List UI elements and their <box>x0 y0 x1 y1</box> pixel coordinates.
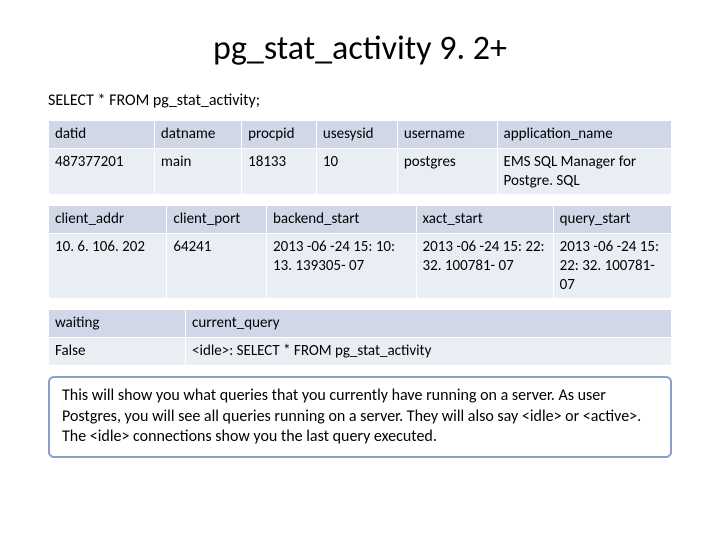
cell: 2013 -06 -24 15: 22: 32. 100781- 07 <box>416 234 553 299</box>
col-header: client_port <box>167 206 267 234</box>
cell: 10. 6. 106. 202 <box>49 234 167 299</box>
cell: 2013 -06 -24 15: 22: 32. 100781- 07 <box>553 234 671 299</box>
explanation-note: This will show you what queries that you… <box>48 376 672 458</box>
page-title: pg_stat_activity 9. 2+ <box>48 28 672 69</box>
table-1: datid datname procpid usesysid username … <box>48 120 672 195</box>
col-header: datname <box>154 121 241 149</box>
col-header: application_name <box>497 121 671 149</box>
col-header: current_query <box>186 310 672 338</box>
cell: 18133 <box>242 148 317 195</box>
cell: EMS SQL Manager for Postgre. SQL <box>497 148 671 195</box>
slide: pg_stat_activity 9. 2+ SELECT * FROM pg_… <box>0 0 720 478</box>
col-header: usesysid <box>316 121 397 149</box>
table-header-row: waiting current_query <box>49 310 672 338</box>
col-header: datid <box>49 121 155 149</box>
col-header: client_addr <box>49 206 167 234</box>
cell: 64241 <box>167 234 267 299</box>
cell: False <box>49 338 186 366</box>
table-row: False <idle>: SELECT * FROM pg_stat_acti… <box>49 338 672 366</box>
col-header: xact_start <box>416 206 553 234</box>
table-row: 487377201 main 18133 10 postgres EMS SQL… <box>49 148 672 195</box>
table-header-row: datid datname procpid usesysid username … <box>49 121 672 149</box>
table-row: 10. 6. 106. 202 64241 2013 -06 -24 15: 1… <box>49 234 672 299</box>
cell: <idle>: SELECT * FROM pg_stat_activity <box>186 338 672 366</box>
cell: 2013 -06 -24 15: 10: 13. 139305- 07 <box>267 234 417 299</box>
cell: postgres <box>397 148 497 195</box>
cell: 10 <box>316 148 397 195</box>
cell: main <box>154 148 241 195</box>
table-header-row: client_addr client_port backend_start xa… <box>49 206 672 234</box>
col-header: backend_start <box>267 206 417 234</box>
sql-statement: SELECT * FROM pg_stat_activity; <box>48 91 672 110</box>
col-header: procpid <box>242 121 317 149</box>
table-3: waiting current_query False <idle>: SELE… <box>48 309 672 366</box>
col-header: username <box>397 121 497 149</box>
cell: 487377201 <box>49 148 155 195</box>
table-2: client_addr client_port backend_start xa… <box>48 205 672 299</box>
col-header: query_start <box>553 206 671 234</box>
col-header: waiting <box>49 310 186 338</box>
